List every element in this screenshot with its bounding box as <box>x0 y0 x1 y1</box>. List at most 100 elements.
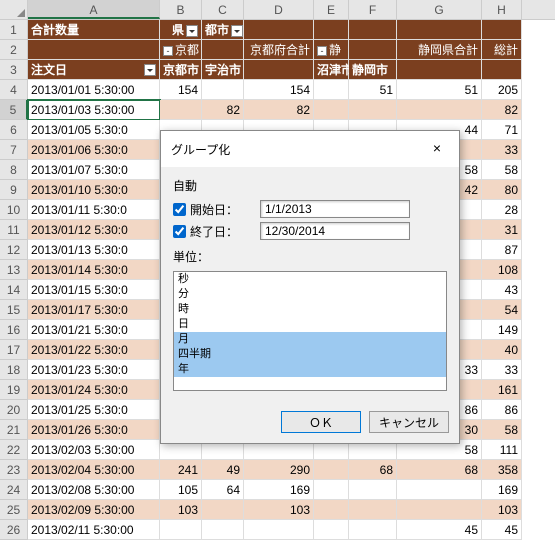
cell[interactable] <box>314 500 349 520</box>
cell-date[interactable]: 2013/02/03 5:30:00 <box>28 440 160 460</box>
cell[interactable]: 45 <box>482 520 522 540</box>
cell[interactable]: 161 <box>482 380 522 400</box>
cell-date[interactable]: 2013/01/17 5:30:0 <box>28 300 160 320</box>
cell-date[interactable]: 2013/01/05 5:30:0 <box>28 120 160 140</box>
cell[interactable]: 86 <box>482 400 522 420</box>
unit-listbox[interactable]: 秒分時日月四半期年 <box>173 271 447 391</box>
cell[interactable] <box>349 480 397 500</box>
cell[interactable]: 58 <box>482 160 522 180</box>
cell[interactable] <box>314 80 349 100</box>
cell-date[interactable]: 2013/02/11 5:30:00 <box>28 520 160 540</box>
cell[interactable]: 64 <box>202 480 244 500</box>
cell[interactable]: 58 <box>482 420 522 440</box>
col-header-H[interactable]: H <box>482 0 522 19</box>
unit-option[interactable]: 分 <box>174 287 446 302</box>
cell-date[interactable]: 2013/01/15 5:30:0 <box>28 280 160 300</box>
cell[interactable]: 169 <box>482 480 522 500</box>
start-date-input[interactable] <box>260 200 410 218</box>
row-header[interactable]: 8 <box>0 160 28 180</box>
cell[interactable]: 33 <box>482 360 522 380</box>
start-date-checkbox[interactable] <box>173 203 186 216</box>
cell-date[interactable]: 2013/01/11 5:30:0 <box>28 200 160 220</box>
row-header[interactable]: 21 <box>0 420 28 440</box>
cell[interactable]: 103 <box>244 500 314 520</box>
cell[interactable]: 28 <box>482 200 522 220</box>
col-header-E[interactable]: E <box>314 0 349 19</box>
cell-date[interactable]: 2013/01/10 5:30:0 <box>28 180 160 200</box>
cell-date[interactable]: 2013/01/12 5:30:0 <box>28 220 160 240</box>
cell[interactable]: 103 <box>482 500 522 520</box>
cell[interactable] <box>202 500 244 520</box>
cell[interactable] <box>349 500 397 520</box>
row-header[interactable]: 2 <box>0 40 28 60</box>
unit-option[interactable]: 日 <box>174 317 446 332</box>
row-header[interactable]: 7 <box>0 140 28 160</box>
cell[interactable]: 241 <box>160 460 202 480</box>
cell[interactable]: 54 <box>482 300 522 320</box>
cell[interactable]: 45 <box>397 520 482 540</box>
cell[interactable] <box>314 100 349 120</box>
cell[interactable]: 80 <box>482 180 522 200</box>
pivot-field-city[interactable]: 都市 <box>202 20 244 40</box>
row-header[interactable]: 5 <box>0 100 28 120</box>
row-header[interactable]: 14 <box>0 280 28 300</box>
row-header[interactable]: 13 <box>0 260 28 280</box>
cell-date[interactable]: 2013/01/01 5:30:00 <box>28 80 160 100</box>
cell[interactable]: 40 <box>482 340 522 360</box>
cell[interactable]: 105 <box>160 480 202 500</box>
unit-option[interactable]: 年 <box>174 362 446 377</box>
cell[interactable] <box>397 100 482 120</box>
row-header[interactable]: 12 <box>0 240 28 260</box>
collapse-icon[interactable]: - <box>163 46 173 56</box>
row-header[interactable]: 10 <box>0 200 28 220</box>
row-header[interactable]: 18 <box>0 360 28 380</box>
close-icon[interactable]: × <box>425 139 449 159</box>
filter-dropdown-icon[interactable] <box>186 25 198 37</box>
pivot-field-pref[interactable]: 県 <box>160 20 202 40</box>
row-header[interactable]: 9 <box>0 180 28 200</box>
cell-date[interactable]: 2013/01/22 5:30:0 <box>28 340 160 360</box>
cell[interactable] <box>160 520 202 540</box>
cell[interactable]: 103 <box>160 500 202 520</box>
cell-date[interactable]: 2013/01/06 5:30:0 <box>28 140 160 160</box>
row-header[interactable]: 25 <box>0 500 28 520</box>
cell[interactable]: 31 <box>482 220 522 240</box>
row-header[interactable]: 1 <box>0 20 28 40</box>
cell[interactable]: 108 <box>482 260 522 280</box>
cell-date[interactable]: 2013/01/25 5:30:0 <box>28 400 160 420</box>
cell-date[interactable]: 2013/01/26 5:30:0 <box>28 420 160 440</box>
cell[interactable]: 111 <box>482 440 522 460</box>
select-all-corner[interactable] <box>0 0 28 19</box>
ok-button[interactable]: ＯＫ <box>281 411 361 433</box>
cell-date[interactable]: 2013/01/21 5:30:0 <box>28 320 160 340</box>
row-header[interactable]: 15 <box>0 300 28 320</box>
cell[interactable] <box>349 100 397 120</box>
cell[interactable]: 43 <box>482 280 522 300</box>
cell-date[interactable]: 2013/01/07 5:30:0 <box>28 160 160 180</box>
row-header[interactable]: 26 <box>0 520 28 540</box>
filter-dropdown-icon[interactable] <box>144 64 156 76</box>
col-header-C[interactable]: C <box>202 0 244 19</box>
cell[interactable]: 358 <box>482 460 522 480</box>
row-header[interactable]: 23 <box>0 460 28 480</box>
col-header-F[interactable]: F <box>349 0 397 19</box>
cell[interactable]: 49 <box>202 460 244 480</box>
cell[interactable] <box>202 80 244 100</box>
cell[interactable]: 154 <box>244 80 314 100</box>
cell[interactable]: 290 <box>244 460 314 480</box>
row-header[interactable]: 6 <box>0 120 28 140</box>
unit-option[interactable]: 秒 <box>174 272 446 287</box>
cancel-button[interactable]: キャンセル <box>369 411 449 433</box>
cell[interactable]: 82 <box>482 100 522 120</box>
dialog-titlebar[interactable]: グループ化 × <box>161 131 459 167</box>
row-header[interactable]: 24 <box>0 480 28 500</box>
cell-date[interactable]: 2013/01/14 5:30:0 <box>28 260 160 280</box>
col-header-A[interactable]: A <box>28 0 160 19</box>
cell-date[interactable]: 2013/02/09 5:30:00 <box>28 500 160 520</box>
unit-option[interactable]: 月 <box>174 332 446 347</box>
row-header[interactable]: 4 <box>0 80 28 100</box>
cell-date[interactable]: 2013/01/13 5:30:0 <box>28 240 160 260</box>
end-date-checkbox[interactable] <box>173 225 186 238</box>
cell-date[interactable]: 2013/02/08 5:30:00 <box>28 480 160 500</box>
cell-date[interactable]: 2013/02/04 5:30:00 <box>28 460 160 480</box>
